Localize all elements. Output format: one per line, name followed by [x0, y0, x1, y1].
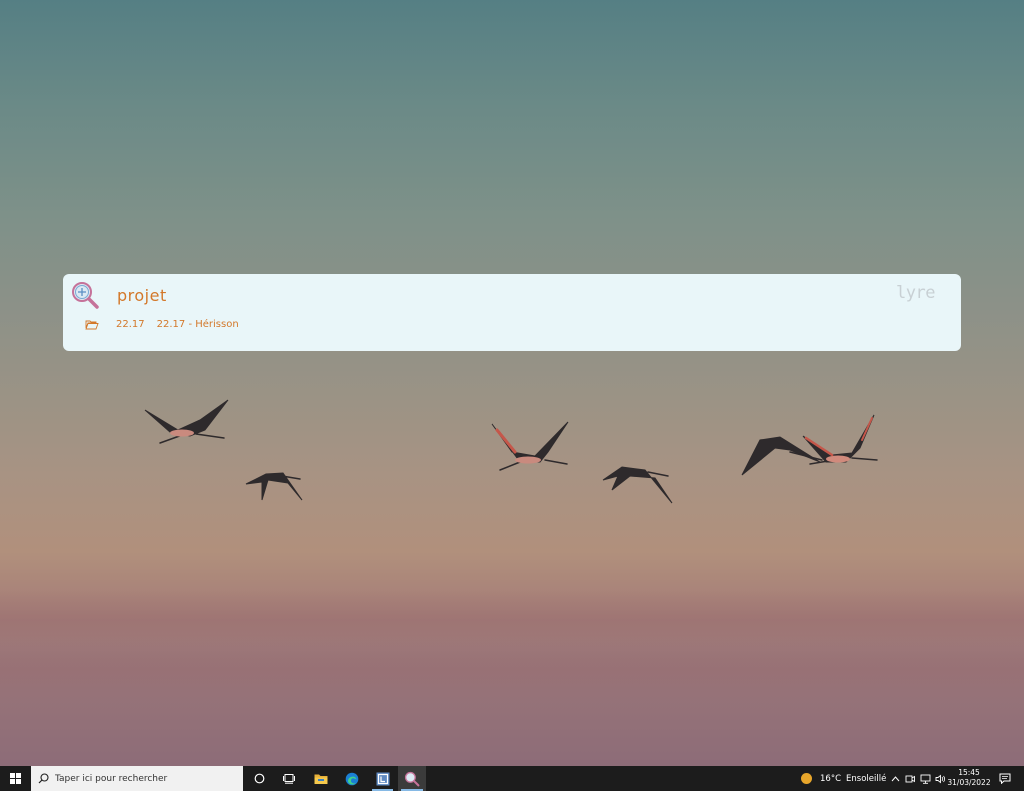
network-icon[interactable] [918, 774, 932, 784]
cortana-icon [254, 773, 264, 784]
lyre-logo: lyre [896, 283, 935, 303]
flamingo [491, 421, 569, 471]
volume-icon[interactable] [933, 774, 947, 784]
clock-time: 15:45 [958, 768, 980, 777]
sun-icon [801, 773, 812, 784]
launcher-app-button[interactable] [398, 766, 426, 791]
flamingo [245, 472, 303, 501]
edge-icon [345, 772, 358, 785]
flamingo [602, 466, 673, 504]
clock[interactable]: 15:45 31/03/2022 [946, 768, 992, 788]
folder-open-icon [85, 320, 99, 329]
flamingos-illustration [144, 399, 878, 504]
magnifier-icon [38, 773, 49, 784]
taskbar-search-box[interactable] [31, 766, 243, 791]
flamingo [144, 399, 229, 444]
cortana-button[interactable] [246, 766, 272, 791]
taskbar: 16°C Ensoleillé 15:45 31/03/2022 [0, 766, 1024, 791]
file-explorer-icon [314, 774, 327, 784]
file-explorer-button[interactable] [307, 766, 334, 791]
task-view-button[interactable] [276, 766, 302, 791]
notifications-button[interactable] [994, 766, 1016, 791]
clock-date: 31/03/2022 [947, 778, 991, 787]
app-button[interactable] [369, 766, 396, 791]
search-query-text[interactable]: projet [117, 286, 167, 305]
chevron-up-icon[interactable] [888, 775, 902, 782]
flamingo [802, 414, 878, 465]
search-icon [72, 282, 99, 309]
edge-button[interactable] [338, 766, 365, 791]
desktop-wallpaper: projet lyre 22.17 22.17 - Hérisson [0, 0, 1024, 766]
system-tray [888, 766, 948, 791]
weather-temperature: 16°C [820, 773, 842, 784]
task-view-icon [283, 774, 295, 784]
weather-condition: Ensoleillé [846, 773, 887, 784]
result-name: 22.17 [116, 318, 145, 330]
result-item[interactable]: 22.17 22.17 - Hérisson [85, 317, 239, 331]
launcher-search-icon [404, 771, 420, 786]
taskbar-search-input[interactable] [55, 773, 235, 784]
meet-now-icon[interactable] [903, 774, 917, 784]
app-icon [376, 772, 389, 785]
notification-icon [999, 773, 1011, 784]
launcher-window: projet lyre 22.17 22.17 - Hérisson [63, 274, 961, 351]
windows-logo-icon [10, 773, 21, 784]
weather-widget[interactable]: 16°C Ensoleillé [801, 766, 886, 791]
start-button[interactable] [0, 766, 31, 791]
result-path: 22.17 - Hérisson [156, 318, 239, 330]
